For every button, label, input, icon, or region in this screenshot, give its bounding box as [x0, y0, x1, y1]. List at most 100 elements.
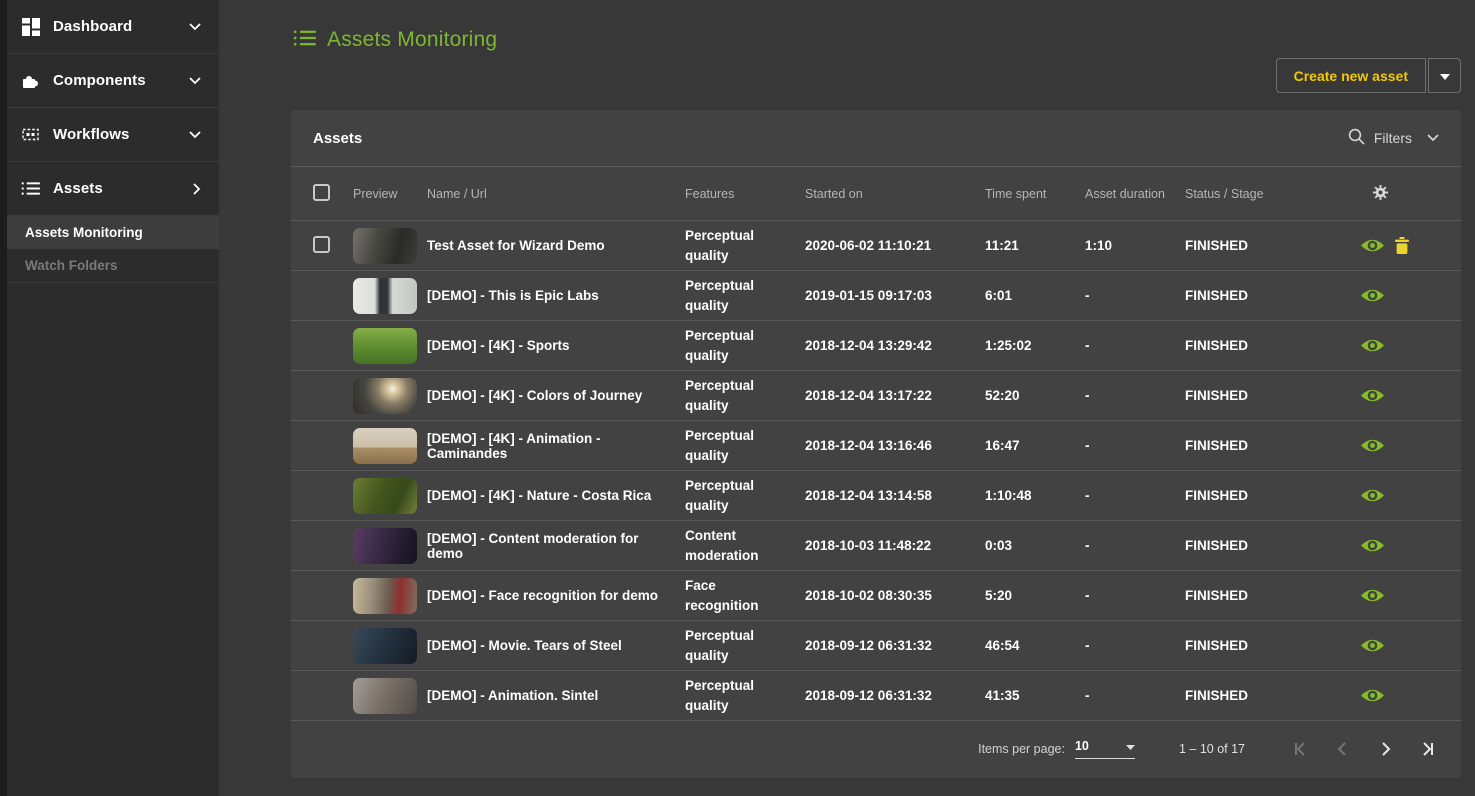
asset-name[interactable]: [DEMO] - This is Epic Labs — [427, 288, 685, 303]
asset-status-badge: FINISHED — [1185, 538, 1335, 553]
asset-duration: - — [1085, 638, 1185, 653]
asset-started-on: 2018-12-04 13:16:46 — [805, 438, 985, 453]
view-asset-eye-icon[interactable] — [1360, 287, 1385, 304]
delete-asset-trash-icon[interactable] — [1395, 237, 1409, 254]
page-title: Assets Monitoring — [293, 28, 497, 52]
asset-name[interactable]: [DEMO] - Animation. Sintel — [427, 688, 685, 703]
asset-time-spent: 52:20 — [985, 388, 1085, 403]
asset-time-spent: 11:21 — [985, 238, 1085, 253]
view-asset-eye-icon[interactable] — [1360, 387, 1385, 404]
last-page-button[interactable] — [1419, 741, 1435, 757]
asset-status-badge: FINISHED — [1185, 638, 1335, 653]
view-asset-eye-icon[interactable] — [1360, 537, 1385, 554]
asset-name[interactable]: [DEMO] - Face recognition for demo — [427, 588, 685, 603]
view-asset-eye-icon[interactable] — [1360, 587, 1385, 604]
pagination-bar: Items per page: 10 1 – 10 of 17 — [291, 721, 1461, 776]
asset-time-spent: 6:01 — [985, 288, 1085, 303]
assets-monitoring-list-icon — [293, 29, 316, 52]
asset-time-spent: 46:54 — [985, 638, 1085, 653]
asset-thumbnail[interactable] — [353, 278, 417, 314]
sidebar-edge — [0, 0, 7, 796]
asset-duration: - — [1085, 588, 1185, 603]
asset-thumbnail[interactable] — [353, 428, 417, 464]
sidebar-divider — [0, 282, 219, 283]
asset-status-badge: FINISHED — [1185, 488, 1335, 503]
create-new-asset-button[interactable]: Create new asset — [1276, 58, 1426, 93]
sidebar: Dashboard Components Workflows Assets — [0, 0, 219, 796]
asset-features: Perceptual quality — [685, 476, 805, 515]
first-page-button[interactable] — [1293, 741, 1309, 757]
table-row: Test Asset for Wizard Demo Perceptual qu… — [291, 221, 1461, 271]
asset-name[interactable]: Test Asset for Wizard Demo — [427, 238, 685, 253]
column-header-status-stage: Status / Stage — [1185, 187, 1335, 201]
create-asset-dropdown-button[interactable] — [1428, 58, 1461, 93]
sidebar-item-label: Assets — [53, 180, 103, 197]
asset-name[interactable]: [DEMO] - Content moderation for demo — [427, 531, 685, 561]
view-asset-eye-icon[interactable] — [1360, 487, 1385, 504]
items-per-page-label: Items per page: — [978, 742, 1065, 756]
view-asset-eye-icon[interactable] — [1360, 337, 1385, 354]
asset-started-on: 2020-06-02 11:10:21 — [805, 238, 985, 253]
table-settings-gear-icon[interactable] — [1372, 184, 1389, 204]
sidebar-item-dashboard[interactable]: Dashboard — [0, 0, 219, 54]
row-checkbox[interactable] — [313, 236, 330, 253]
view-asset-eye-icon[interactable] — [1360, 437, 1385, 454]
table-row: [DEMO] - Face recognition for demo Face … — [291, 571, 1461, 621]
caret-down-icon — [1440, 68, 1450, 83]
pagination-controls — [1293, 741, 1435, 757]
asset-thumbnail[interactable] — [353, 328, 417, 364]
sub-item-label: Watch Folders — [25, 258, 118, 273]
column-header-preview: Preview — [353, 187, 427, 201]
asset-thumbnail[interactable] — [353, 578, 417, 614]
asset-duration: - — [1085, 538, 1185, 553]
view-asset-eye-icon[interactable] — [1360, 687, 1385, 704]
asset-name[interactable]: [DEMO] - Movie. Tears of Steel — [427, 638, 685, 653]
sidebar-item-assets-monitoring[interactable]: Assets Monitoring — [0, 216, 219, 249]
table-row: [DEMO] - [4K] - Nature - Costa Rica Perc… — [291, 471, 1461, 521]
table-row: [DEMO] - Content moderation for demo Con… — [291, 521, 1461, 571]
asset-features: Perceptual quality — [685, 426, 805, 465]
items-per-page-value: 10 — [1075, 739, 1089, 753]
asset-thumbnail[interactable] — [353, 228, 417, 264]
asset-duration: - — [1085, 388, 1185, 403]
sidebar-item-watch-folders[interactable]: Watch Folders — [0, 249, 219, 282]
table-header-row: Preview Name / Url Features Started on T… — [291, 167, 1461, 221]
chevron-down-icon — [189, 23, 201, 31]
table-row: [DEMO] - [4K] - Animation - Caminandes P… — [291, 421, 1461, 471]
asset-thumbnail[interactable] — [353, 528, 417, 564]
asset-name[interactable]: [DEMO] - [4K] - Animation - Caminandes — [427, 431, 685, 461]
asset-thumbnail[interactable] — [353, 478, 417, 514]
next-page-button[interactable] — [1377, 741, 1393, 757]
asset-name[interactable]: [DEMO] - [4K] - Colors of Journey — [427, 388, 685, 403]
asset-started-on: 2018-12-04 13:14:58 — [805, 488, 985, 503]
sidebar-item-workflows[interactable]: Workflows — [0, 108, 219, 162]
pagination-range-label: 1 – 10 of 17 — [1179, 742, 1245, 756]
asset-name[interactable]: [DEMO] - [4K] - Sports — [427, 338, 685, 353]
sidebar-item-assets[interactable]: Assets — [0, 162, 219, 216]
asset-duration: - — [1085, 438, 1185, 453]
view-asset-eye-icon[interactable] — [1360, 637, 1385, 654]
select-all-checkbox[interactable] — [313, 184, 330, 201]
sidebar-item-components[interactable]: Components — [0, 54, 219, 108]
asset-duration: - — [1085, 688, 1185, 703]
asset-duration: - — [1085, 488, 1185, 503]
assets-table-card: Assets Filters Preview Name / Url Featur… — [291, 110, 1461, 778]
asset-thumbnail[interactable] — [353, 628, 417, 664]
asset-thumbnail[interactable] — [353, 678, 417, 714]
column-header-features: Features — [685, 187, 805, 201]
caret-down-icon — [1126, 739, 1135, 753]
filters-label: Filters — [1374, 130, 1412, 146]
view-asset-eye-icon[interactable] — [1360, 237, 1385, 254]
previous-page-button[interactable] — [1335, 741, 1351, 757]
asset-thumbnail[interactable] — [353, 378, 417, 414]
asset-status-badge: FINISHED — [1185, 388, 1335, 403]
asset-name[interactable]: [DEMO] - [4K] - Nature - Costa Rica — [427, 488, 685, 503]
card-title: Assets — [313, 130, 362, 147]
filters-toggle[interactable]: Filters — [1348, 128, 1439, 148]
asset-time-spent: 16:47 — [985, 438, 1085, 453]
asset-time-spent: 41:35 — [985, 688, 1085, 703]
asset-features: Content moderation — [685, 526, 805, 565]
table-row: [DEMO] - This is Epic Labs Perceptual qu… — [291, 271, 1461, 321]
items-per-page-select[interactable]: 10 — [1075, 739, 1135, 759]
asset-started-on: 2018-10-03 11:48:22 — [805, 538, 985, 553]
